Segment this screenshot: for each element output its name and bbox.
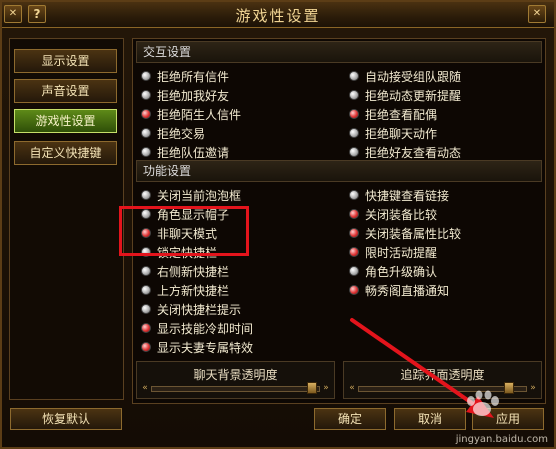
chat-background-opacity-slider: 聊天背景透明度 « » [136,361,335,399]
radio-icon[interactable] [141,323,151,333]
track-panel-opacity-slider: 追踪界面透明度 « » [343,361,542,399]
track-panel-opacity-label: 追踪界面透明度 [400,368,485,382]
slider-thumb[interactable] [307,382,317,394]
interaction-option[interactable]: 拒绝查看配偶 [349,105,437,123]
radio-icon[interactable] [349,147,359,157]
option-label: 限时活动提醒 [365,245,438,260]
interaction-settings-heading: 交互设置 [136,41,542,63]
title-bar: ✕ ? 游戏性设置 ✕ [2,2,554,28]
slider-track[interactable] [151,386,320,392]
radio-icon[interactable] [141,285,151,295]
radio-icon[interactable] [141,304,151,314]
confirm-button[interactable]: 确定 [314,408,386,430]
option-label: 拒绝交易 [157,126,206,141]
option-label: 拒绝陌生人信件 [157,107,242,122]
interaction-option[interactable]: 拒绝陌生人信件 [141,105,241,123]
slider-right-arrow-icon[interactable]: » [527,381,539,395]
option-label: 拒绝所有信件 [157,69,230,84]
interaction-option[interactable]: 拒绝交易 [141,124,205,142]
radio-icon[interactable] [349,228,359,238]
radio-icon[interactable] [141,190,151,200]
option-label: 拒绝加我好友 [157,88,230,103]
option-label: 上方新快捷栏 [157,283,230,298]
radio-icon[interactable] [141,109,151,119]
interaction-option[interactable]: 拒绝聊天动作 [349,124,437,142]
slider-left-arrow-icon[interactable]: « [139,381,151,395]
close-window-button[interactable]: ✕ [528,5,546,23]
function-option[interactable]: 快捷键查看链接 [349,186,449,204]
option-label: 快捷键查看链接 [365,188,450,203]
function-option[interactable]: 显示夫妻专属特效 [141,338,253,356]
interaction-option[interactable]: 拒绝动态更新提醒 [349,86,461,104]
slider-left-arrow-icon[interactable]: « [346,381,358,395]
option-label: 拒绝队伍邀请 [157,145,230,160]
function-option[interactable]: 角色升级确认 [349,262,437,280]
option-label: 拒绝好友查看动态 [365,145,462,160]
interaction-option[interactable]: 拒绝好友查看动态 [349,143,461,161]
radio-icon[interactable] [141,342,151,352]
radio-icon[interactable] [349,247,359,257]
option-label: 关闭当前泡泡框 [157,188,242,203]
function-option[interactable]: 上方新快捷栏 [141,281,229,299]
function-option[interactable]: 右侧新快捷栏 [141,262,229,280]
restore-default-button[interactable]: 恢复默认 [10,408,122,430]
radio-icon[interactable] [141,71,151,81]
option-label: 右侧新快捷栏 [157,264,230,279]
function-option[interactable]: 关闭当前泡泡框 [141,186,241,204]
sidebar-item-display[interactable]: 显示设置 [14,49,117,73]
option-label: 拒绝查看配偶 [365,107,438,122]
chat-background-opacity-label: 聊天背景透明度 [193,368,278,382]
function-option[interactable]: 显示技能冷却时间 [141,319,253,337]
cancel-button[interactable]: 取消 [394,408,466,430]
function-settings-heading: 功能设置 [136,160,542,182]
sidebar-item-gameplay[interactable]: 游戏性设置 [14,109,117,133]
radio-icon[interactable] [141,128,151,138]
function-option[interactable]: 关闭快捷栏提示 [141,300,241,318]
watermark-site: jingyan.baidu.com [455,434,548,445]
interaction-option[interactable]: 拒绝队伍邀请 [141,143,229,161]
radio-icon[interactable] [349,109,359,119]
slider-right-arrow-icon[interactable]: » [320,381,332,395]
option-label: 畅秀阁直播通知 [365,283,450,298]
option-label: 角色升级确认 [365,264,438,279]
option-label: 显示夫妻专属特效 [157,340,254,355]
interaction-option[interactable]: 拒绝所有信件 [141,67,229,85]
window-title: 游戏性设置 [235,7,321,25]
option-label: 关闭装备比较 [365,207,438,222]
interaction-option[interactable]: 拒绝加我好友 [141,86,229,104]
sidebar-item-sound[interactable]: 声音设置 [14,79,117,103]
annotation-highlight-box [119,206,249,256]
radio-icon[interactable] [349,285,359,295]
option-label: 自动接受组队跟随 [365,69,462,84]
radio-icon[interactable] [141,266,151,276]
radio-icon[interactable] [349,90,359,100]
radio-icon[interactable] [349,209,359,219]
radio-icon[interactable] [349,266,359,276]
radio-icon[interactable] [349,190,359,200]
interaction-option[interactable]: 自动接受组队跟随 [349,67,461,85]
radio-icon[interactable] [349,128,359,138]
function-option[interactable]: 关闭装备属性比较 [349,224,461,242]
settings-sidebar: 显示设置 声音设置 游戏性设置 自定义快捷键 [9,38,124,400]
function-option[interactable]: 限时活动提醒 [349,243,437,261]
settings-window: ✕ ? 游戏性设置 ✕ 显示设置 声音设置 游戏性设置 自定义快捷键 交互设置 … [0,0,556,449]
option-label: 显示技能冷却时间 [157,321,254,336]
function-option[interactable]: 关闭装备比较 [349,205,437,223]
slider-thumb[interactable] [504,382,514,394]
baidu-paw-logo [467,390,499,416]
radio-icon[interactable] [141,147,151,157]
radio-icon[interactable] [349,71,359,81]
option-label: 拒绝动态更新提醒 [365,88,462,103]
option-label: 关闭装备属性比较 [365,226,462,241]
function-option[interactable]: 畅秀阁直播通知 [349,281,449,299]
option-label: 关闭快捷栏提示 [157,302,242,317]
sidebar-item-custom-hotkeys[interactable]: 自定义快捷键 [14,141,117,165]
radio-icon[interactable] [141,90,151,100]
option-label: 拒绝聊天动作 [365,126,438,141]
